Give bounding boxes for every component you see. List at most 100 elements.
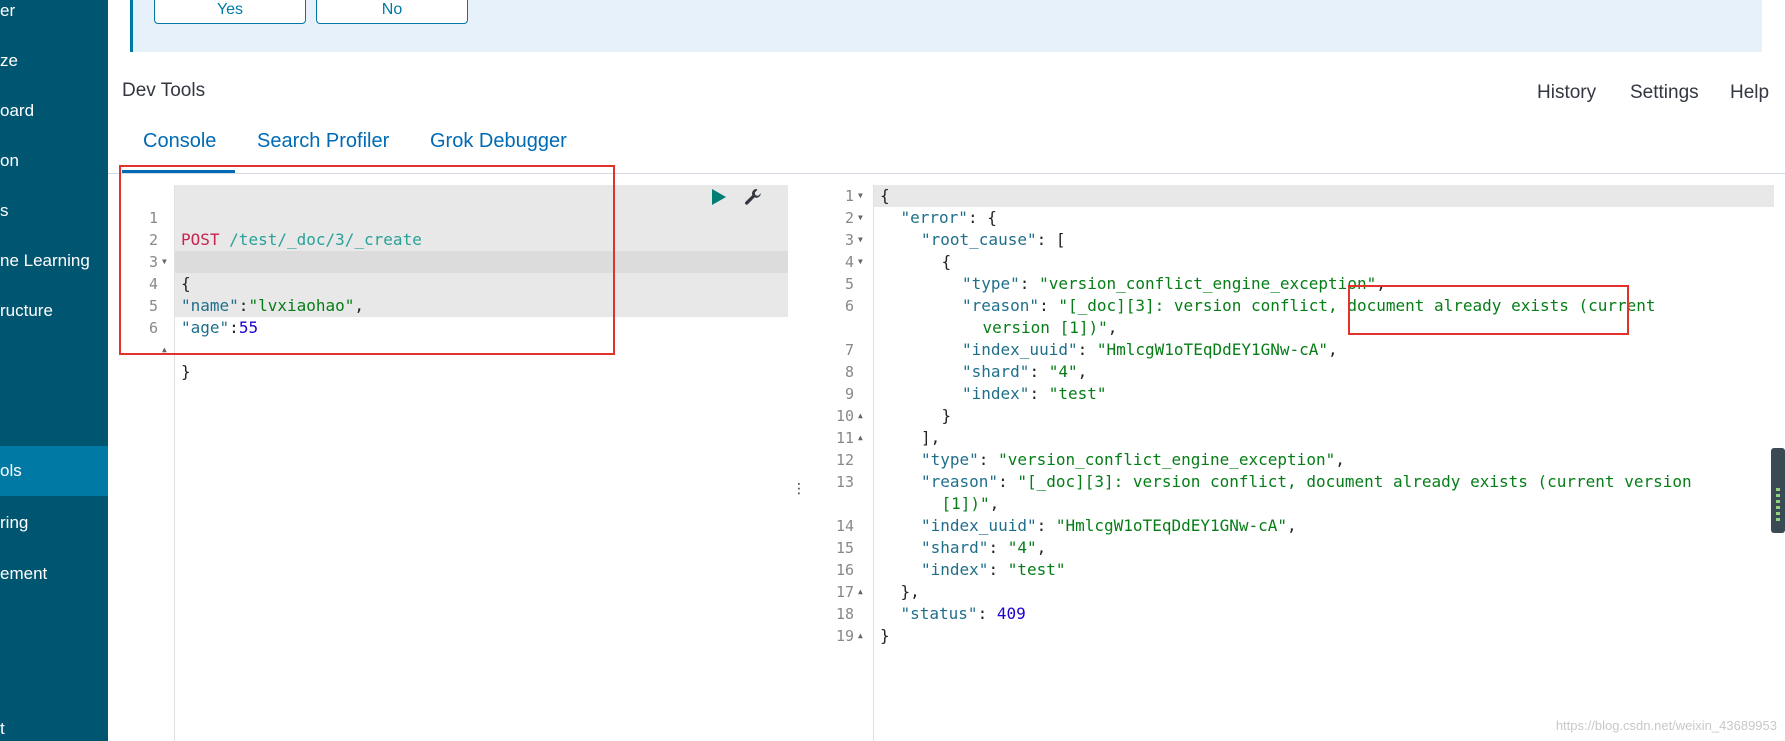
response-code: "index_uuid": "HmlcgW1oTEqDdEY1GNw-cA", — [962, 340, 1338, 359]
fold-up-icon[interactable]: ▲ — [858, 625, 863, 647]
tab-console[interactable]: Console — [143, 130, 216, 153]
response-code: }, — [900, 582, 920, 601]
tab-grok-debugger[interactable]: Grok Debugger — [430, 130, 567, 153]
fold-up-icon[interactable]: ▲ — [858, 581, 863, 603]
nav-item-4[interactable]: s — [0, 186, 108, 236]
nav-item-0[interactable]: er — [0, 0, 108, 36]
response-code: "type": "version_conflict_engine_excepti… — [921, 450, 1345, 469]
pane-resizer-handle[interactable]: ⋮ — [792, 480, 806, 497]
line-number: 7 — [844, 341, 854, 359]
response-viewer: 1 ▼{2 ▼ "error": {3 ▼ "root_cause": [4 ▼{5 "typ… — [806, 185, 1774, 741]
response-code: "reason": "[_doc][3]: version conflict, … — [962, 296, 1656, 315]
line-number: 19 — [835, 627, 854, 645]
yes-button[interactable]: Yes — [154, 0, 306, 24]
nav-item-dashboard[interactable]: oard — [0, 86, 108, 136]
request-line-6: } — [181, 362, 191, 381]
response-line: 3 ▼ "root_cause": [ — [806, 229, 1774, 251]
response-line: 14 "index_uuid": "HmlcgW1oTEqDdEY1GNw-cA"… — [806, 515, 1774, 537]
response-line: 13 "reason": "[_doc][3]: version conflict… — [806, 471, 1774, 493]
response-code: { — [941, 252, 952, 271]
line-number: 15 — [835, 539, 854, 557]
response-code: "index_uuid": "HmlcgW1oTEqDdEY1GNw-cA", — [921, 516, 1297, 535]
help-link[interactable]: Help — [1730, 82, 1769, 104]
response-line: 17 ▲}, — [806, 581, 1774, 603]
response-line: 18 "status": 409 — [806, 603, 1774, 625]
fold-down-icon[interactable]: ▼ — [858, 229, 863, 251]
fold-down-icon[interactable]: ▼ — [858, 251, 863, 273]
response-line: 2 ▼ "error": { — [806, 207, 1774, 229]
line-number: 3 — [844, 231, 854, 249]
response-line: 6 "reason": "[_doc][3]: version conflict,… — [806, 295, 1774, 317]
fold-down-icon[interactable]: ▼ — [858, 207, 863, 229]
tab-search-profiler[interactable]: Search Profiler — [257, 130, 389, 153]
nav-item-monitoring[interactable]: ring — [0, 498, 108, 548]
response-line: 5 "type": "version_conflict_engine_except… — [806, 273, 1774, 295]
line-number: 12 — [835, 451, 854, 469]
response-code: "shard": "4", — [921, 538, 1047, 557]
fold-down-icon[interactable]: ▼ — [858, 185, 863, 207]
response-code: "error": { — [900, 208, 997, 227]
line-number: 17 — [835, 583, 854, 601]
response-code: "index": "test" — [921, 560, 1066, 579]
nav-item-machine-learning[interactable]: ne Learning — [0, 236, 108, 286]
line-number: 2 — [844, 209, 854, 227]
response-code: [1])", — [941, 494, 1000, 513]
line-number: 6 — [844, 297, 854, 315]
line-number: 10 — [835, 407, 854, 425]
line-number: 8 — [844, 363, 854, 381]
line-number: 1 — [844, 187, 854, 205]
response-line: 8 "shard": "4", — [806, 361, 1774, 383]
response-code: ], — [921, 428, 941, 447]
settings-link[interactable]: Settings — [1630, 82, 1699, 104]
nav-item-1[interactable]: ze — [0, 36, 108, 86]
fold-up-icon[interactable]: ▲ — [858, 427, 863, 449]
line-number: 6 — [148, 319, 158, 337]
wrench-icon[interactable] — [743, 187, 763, 207]
nav-item-3[interactable]: on — [0, 136, 108, 186]
request-editor[interactable]: 1 POST /test/_doc/3/_create 2 ▼ { 3 4 "n… — [120, 185, 788, 741]
no-button[interactable]: No — [316, 0, 468, 24]
line-number: 18 — [835, 605, 854, 623]
response-line: 19 ▲} — [806, 625, 1774, 647]
response-line: 11 ▲], — [806, 427, 1774, 449]
line-number: 9 — [844, 385, 854, 403]
line-number: 5 — [844, 275, 854, 293]
response-code: version [1])", — [982, 318, 1118, 337]
nav-item-infrastructure[interactable]: ructure — [0, 286, 108, 336]
response-code: "index": "test" — [962, 384, 1107, 403]
response-line: 12 "type": "version_conflict_engine_excep… — [806, 449, 1774, 471]
response-code: } — [880, 626, 890, 645]
line-number: 13 — [835, 473, 854, 491]
response-line: [1])", — [806, 493, 1774, 515]
response-line: 9 "index": "test" — [806, 383, 1774, 405]
response-line: 4 ▼ { — [806, 251, 1774, 273]
response-line: 7 "index_uuid": "HmlcgW1oTEqDdEY1GNw-cA", — [806, 339, 1774, 361]
line-number: 16 — [835, 561, 854, 579]
line-number: 14 — [835, 517, 854, 535]
side-navigation: er ze oard on s ne Learning ructure ols … — [0, 0, 108, 741]
history-link[interactable]: History — [1537, 82, 1596, 104]
response-line: 16 "index": "test" — [806, 559, 1774, 581]
page-title: Dev Tools — [122, 80, 206, 101]
response-line: 1 ▼ { — [806, 185, 1774, 207]
welcome-callout: Yes No — [130, 0, 1762, 52]
fold-up-icon[interactable]: ▲ — [162, 339, 167, 361]
response-code: } — [941, 406, 952, 425]
response-line: 15 "shard": "4", — [806, 537, 1774, 559]
response-code: "root_cause": [ — [921, 230, 1066, 249]
nav-item-10[interactable]: t — [0, 704, 108, 741]
response-code: { — [880, 186, 890, 205]
watermark: https://blog.csdn.net/weixin_43689953 — [1555, 718, 1777, 733]
line-number: 4 — [844, 253, 854, 271]
fold-up-icon[interactable]: ▲ — [858, 405, 863, 427]
response-line: 10 ▲} — [806, 405, 1774, 427]
line-number: 11 — [835, 429, 854, 447]
nav-item-dev-tools[interactable]: ols — [0, 446, 108, 496]
run-icon[interactable] — [712, 189, 726, 205]
response-code: "shard": "4", — [962, 362, 1088, 381]
nav-item-management[interactable]: ement — [0, 549, 108, 599]
response-code: "status": 409 — [900, 604, 1026, 623]
response-line: version [1])", — [806, 317, 1774, 339]
response-code: "type": "version_conflict_engine_excepti… — [962, 274, 1386, 293]
scrollbar-thumb[interactable] — [1771, 448, 1785, 533]
